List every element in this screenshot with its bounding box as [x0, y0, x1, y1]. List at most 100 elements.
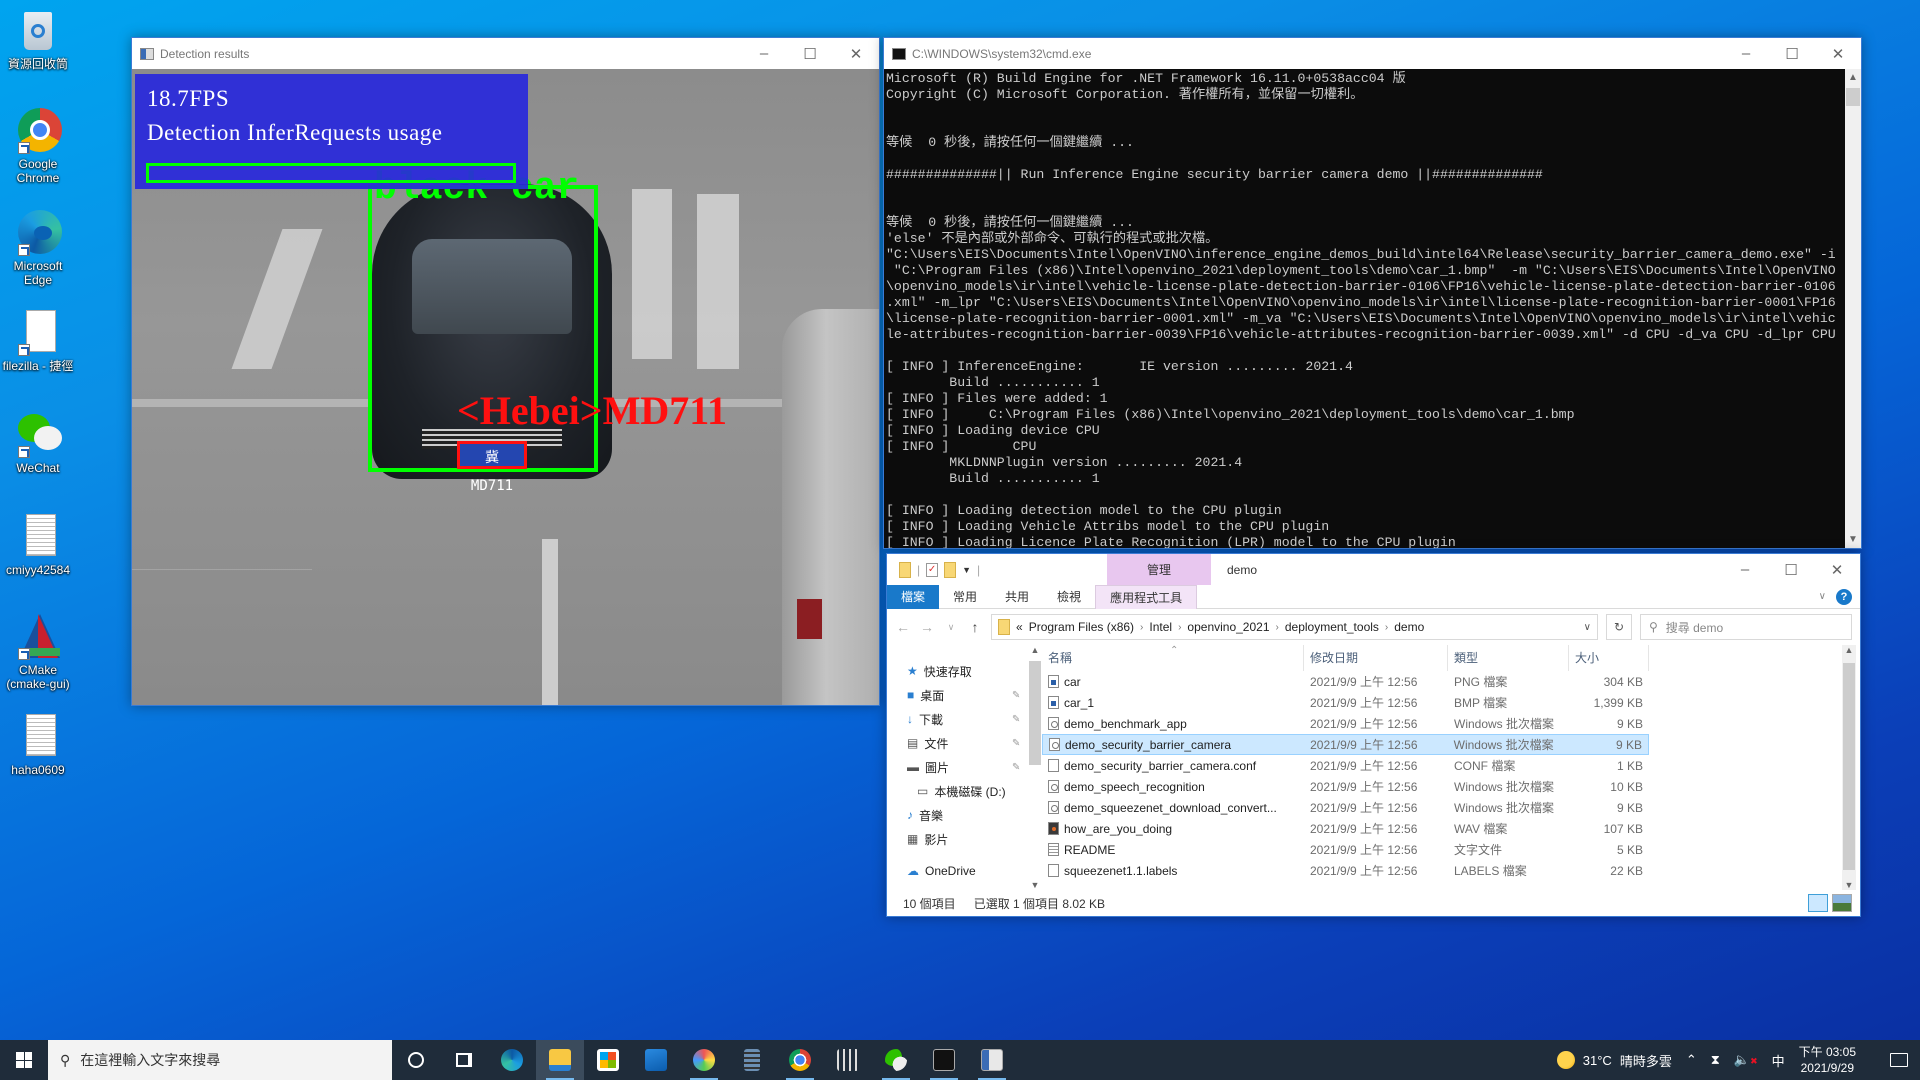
desktop-icon-cmiyy42584[interactable]: cmiyy42584 — [2, 512, 74, 577]
desktop-icon-microsoft-edge[interactable]: Microsoft Edge — [2, 208, 74, 287]
column-date-modified[interactable]: 修改日期 — [1304, 645, 1448, 671]
cortana-button[interactable] — [392, 1040, 440, 1080]
nav-item[interactable]: ▤ 文件 ✎ — [887, 731, 1042, 755]
file-row[interactable]: car_1 2021/9/9 上午 12:56 BMP 檔案 1,399 KB — [1042, 692, 1649, 713]
scroll-up-icon[interactable]: ▲ — [1029, 645, 1041, 655]
nav-item[interactable]: ▦ 影片 — [887, 827, 1042, 851]
details-view-button[interactable] — [1808, 894, 1828, 912]
manage-context-tab[interactable]: 管理 — [1107, 554, 1211, 585]
large-icons-view-button[interactable] — [1832, 894, 1852, 912]
taskbar-detection-window[interactable] — [968, 1040, 1016, 1080]
file-row[interactable]: README 2021/9/9 上午 12:56 文字文件 5 KB — [1042, 839, 1649, 860]
nav-item[interactable]: ▬ 圖片 ✎ — [887, 755, 1042, 779]
title-bar[interactable]: | ✓ ▼ | 管理 demo – ☐ ✕ — [887, 554, 1860, 585]
show-hidden-icons-chevron-icon[interactable]: ⌃ — [1686, 1052, 1697, 1068]
title-bar[interactable]: Detection results – ☐ ✕ — [132, 38, 879, 69]
task-view-button[interactable] — [440, 1040, 488, 1080]
nav-item[interactable]: ▭ 本機磁碟 (D:) — [887, 779, 1042, 803]
network-icon[interactable]: ⧗ — [1711, 1052, 1720, 1068]
desktop-icon-wechat[interactable]: WeChat — [2, 410, 74, 475]
detection-results-window[interactable]: Detection results – ☐ ✕ black car 冀 MD71… — [131, 37, 880, 706]
taskbar-mail[interactable] — [632, 1040, 680, 1080]
taskbar-chrome[interactable] — [776, 1040, 824, 1080]
up-button[interactable]: ↑ — [967, 619, 983, 635]
recent-locations-icon[interactable]: ∨ — [943, 622, 959, 633]
scrollbar-thumb[interactable] — [1029, 661, 1041, 765]
scroll-down-icon[interactable]: ▼ — [1842, 880, 1856, 890]
column-size[interactable]: 大小 — [1569, 645, 1649, 671]
taskbar-wechat[interactable] — [872, 1040, 920, 1080]
nav-item[interactable]: ♪ 音樂 — [887, 803, 1042, 827]
file-row[interactable]: demo_security_barrier_camera.conf 2021/9/… — [1042, 755, 1649, 776]
breadcrumb-intel[interactable]: Intel — [1149, 620, 1172, 634]
tab-file[interactable]: 檔案 — [887, 584, 940, 609]
console-scrollbar[interactable]: ▲ ▼ — [1845, 69, 1861, 548]
customize-toolbar-icon[interactable]: ▼ — [962, 565, 971, 575]
address-dropdown-icon[interactable]: ∨ — [1584, 622, 1591, 633]
scrollbar-thumb[interactable] — [1843, 663, 1855, 870]
refresh-button[interactable]: ↻ — [1606, 614, 1632, 640]
nav-item[interactable]: ★ 快速存取 — [887, 659, 1042, 683]
help-icon[interactable]: ? — [1836, 588, 1852, 605]
forward-button[interactable]: → — [919, 619, 935, 635]
action-center-icon[interactable] — [1890, 1053, 1908, 1067]
nav-pane-scrollbar[interactable]: ▲ ▼ — [1029, 645, 1041, 890]
title-bar[interactable]: C:\WINDOWS\system32\cmd.exe – ☐ ✕ — [884, 38, 1861, 69]
breadcrumb-openvino[interactable]: openvino_2021 — [1187, 620, 1269, 634]
file-row[interactable]: squeezenet1.1.labels 2021/9/9 上午 12:56 LAB… — [1042, 860, 1649, 881]
nav-item[interactable]: ☁ OneDrive — [887, 859, 1042, 883]
scroll-down-icon[interactable]: ▼ — [1845, 531, 1861, 548]
clock[interactable]: 下午 03:05 2021/9/29 — [1799, 1044, 1856, 1076]
file-row[interactable]: how_are_you_doing 2021/9/9 上午 12:56 WAV 檔案… — [1042, 818, 1649, 839]
desktop-icon-recycle-bin[interactable]: 資源回收筒 — [2, 6, 74, 71]
desktop-icon-filezilla-shortcut[interactable]: filezilla - 捷徑 — [2, 308, 74, 373]
new-folder-icon[interactable] — [944, 561, 957, 578]
input-method-indicator[interactable]: 中 — [1772, 1051, 1785, 1070]
cmd-window[interactable]: C:\WINDOWS\system32\cmd.exe – ☐ ✕ Micros… — [883, 37, 1862, 549]
nav-item[interactable]: ■ 桌面 ✎ — [887, 683, 1042, 707]
breadcrumb-demo[interactable]: demo — [1394, 620, 1424, 634]
maximize-button[interactable]: ☐ — [787, 38, 833, 69]
minimize-button[interactable]: – — [741, 38, 787, 69]
taskbar-app-tool[interactable] — [824, 1040, 872, 1080]
file-explorer-window[interactable]: | ✓ ▼ | 管理 demo – ☐ ✕ 檔案 常用 共用 檢視 應用程式工具… — [886, 553, 1861, 917]
taskbar-paint[interactable] — [680, 1040, 728, 1080]
taskbar-store[interactable] — [584, 1040, 632, 1080]
back-button[interactable]: ← — [895, 619, 911, 635]
desktop-icon-haha0609[interactable]: haha0609 — [2, 712, 74, 777]
file-row[interactable]: demo_security_barrier_camera 2021/9/9 上午 … — [1042, 734, 1649, 755]
close-button[interactable]: ✕ — [1814, 554, 1860, 585]
breadcrumb-deployment-tools[interactable]: deployment_tools — [1285, 620, 1379, 634]
minimize-button[interactable]: – — [1723, 38, 1769, 69]
scroll-up-icon[interactable]: ▲ — [1845, 69, 1861, 86]
file-list-scrollbar[interactable]: ▲ ▼ — [1842, 645, 1856, 890]
tab-view[interactable]: 檢視 — [1043, 585, 1095, 609]
breadcrumb-program-files[interactable]: Program Files (x86) — [1029, 620, 1134, 634]
tab-home[interactable]: 常用 — [939, 585, 991, 609]
expand-ribbon-icon[interactable]: ∨ — [1819, 591, 1826, 602]
search-input[interactable]: 搜尋 demo — [1666, 619, 1723, 636]
breadcrumb-overflow[interactable]: « — [1016, 620, 1023, 634]
properties-icon[interactable]: ✓ — [926, 562, 939, 577]
minimize-button[interactable]: – — [1722, 554, 1768, 585]
nav-item[interactable]: ↓ 下載 ✎ — [887, 707, 1042, 731]
taskbar-file-explorer[interactable] — [536, 1040, 584, 1080]
console-output[interactable]: Microsoft (R) Build Engine for .NET Fram… — [884, 69, 1846, 548]
column-type[interactable]: 類型 — [1448, 645, 1569, 671]
maximize-button[interactable]: ☐ — [1768, 554, 1814, 585]
volume-muted-icon[interactable]: 🔈✖ — [1734, 1052, 1758, 1068]
scroll-down-icon[interactable]: ▼ — [1029, 880, 1041, 890]
start-button[interactable] — [0, 1040, 48, 1080]
scroll-up-icon[interactable]: ▲ — [1842, 645, 1856, 655]
taskbar-search-box[interactable]: ⚲ 在這裡輸入文字來搜尋 — [48, 1040, 392, 1080]
weather-widget[interactable]: 31°C 晴時多雲 — [1556, 1051, 1672, 1070]
close-button[interactable]: ✕ — [833, 38, 879, 69]
file-row[interactable]: demo_speech_recognition 2021/9/9 上午 12:56… — [1042, 776, 1649, 797]
close-button[interactable]: ✕ — [1815, 38, 1861, 69]
scrollbar-thumb[interactable] — [1846, 88, 1860, 106]
address-bar[interactable]: « Program Files (x86) › Intel › openvino… — [991, 614, 1598, 640]
file-row[interactable]: car 2021/9/9 上午 12:56 PNG 檔案 304 KB — [1042, 671, 1649, 692]
maximize-button[interactable]: ☐ — [1769, 38, 1815, 69]
taskbar-edge[interactable] — [488, 1040, 536, 1080]
taskbar-calculator[interactable] — [728, 1040, 776, 1080]
